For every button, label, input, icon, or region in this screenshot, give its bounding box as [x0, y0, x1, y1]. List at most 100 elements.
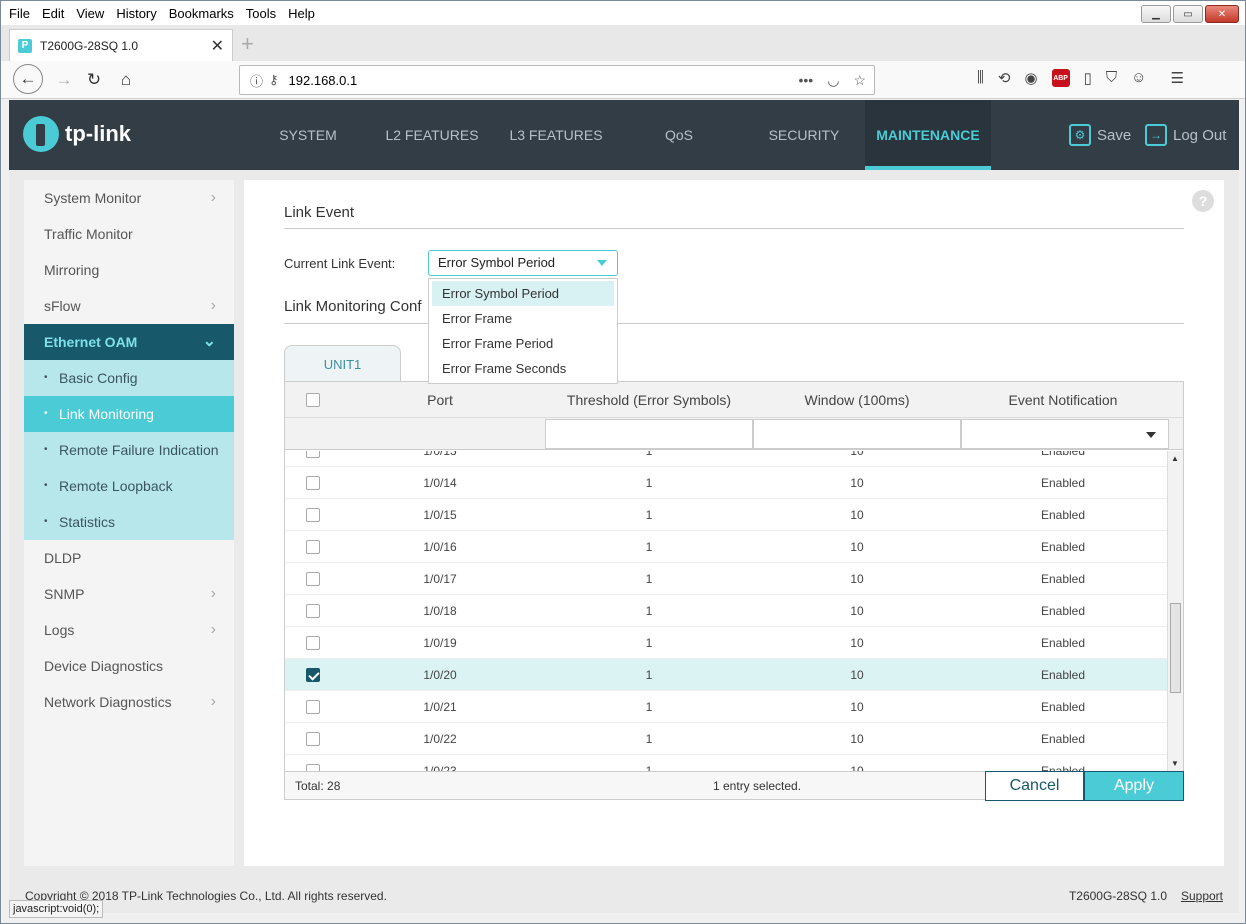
- menu-help[interactable]: Help: [288, 6, 315, 21]
- row-checkbox[interactable]: [306, 636, 320, 650]
- reader-icon[interactable]: ▯: [1084, 69, 1092, 87]
- adblock-icon[interactable]: ABP: [1051, 69, 1070, 87]
- row-checkbox[interactable]: [306, 732, 320, 746]
- menu-tools[interactable]: Tools: [246, 6, 276, 21]
- column-port[interactable]: Port: [345, 382, 535, 418]
- option-error-frame-period[interactable]: Error Frame Period: [432, 331, 614, 356]
- sidebar-item-device-diagnostics[interactable]: Device Diagnostics: [24, 648, 234, 684]
- option-error-symbol-period[interactable]: Error Symbol Period: [432, 281, 614, 306]
- cancel-button[interactable]: Cancel: [985, 771, 1084, 801]
- row-checkbox[interactable]: [306, 508, 320, 522]
- new-tab-icon[interactable]: +: [241, 31, 254, 57]
- library-icon[interactable]: ⫼: [977, 69, 984, 87]
- close-tab-icon[interactable]: ✕: [211, 36, 224, 56]
- cell-window: 10: [850, 540, 864, 554]
- sidebar-item-remote-failure-indication[interactable]: Remote Failure Indication: [24, 432, 234, 468]
- sidebar-item-link-monitoring[interactable]: Link Monitoring: [24, 396, 234, 432]
- row-checkbox[interactable]: [306, 476, 320, 490]
- column-event-notification[interactable]: Event Notification: [961, 382, 1165, 418]
- scroll-thumb[interactable]: [1170, 603, 1181, 693]
- nav-qos[interactable]: QoS: [629, 100, 729, 170]
- sidebar-item-remote-loopback[interactable]: Remote Loopback: [24, 468, 234, 504]
- threshold-filter-input[interactable]: [545, 419, 753, 449]
- row-checkbox[interactable]: [306, 764, 320, 771]
- nav-security[interactable]: SECURITY: [754, 100, 854, 170]
- sidebar-item-basic-config[interactable]: Basic Config: [24, 360, 234, 396]
- menu-history[interactable]: History: [116, 6, 156, 21]
- back-icon[interactable]: ←: [13, 64, 43, 94]
- support-link[interactable]: Support: [1181, 889, 1223, 903]
- row-checkbox[interactable]: [306, 572, 320, 586]
- scroll-down-icon[interactable]: ▼: [1171, 759, 1179, 768]
- bookmark-star-icon[interactable]: ☆: [853, 72, 866, 89]
- more-actions-icon[interactable]: •••: [799, 72, 814, 89]
- option-error-frame-seconds[interactable]: Error Frame Seconds: [432, 356, 614, 381]
- table-row[interactable]: 1/0/17 1 10 Enabled: [285, 563, 1167, 595]
- table-row[interactable]: 1/0/21 1 10 Enabled: [285, 691, 1167, 723]
- row-checkbox[interactable]: [306, 451, 320, 458]
- minimize-button[interactable]: ▁: [1141, 5, 1171, 23]
- table-row[interactable]: 1/0/13 1 10 Enabled: [285, 451, 1167, 467]
- notification-filter-select[interactable]: [961, 419, 1169, 449]
- logout-button[interactable]: → Log Out: [1145, 124, 1226, 146]
- close-window-button[interactable]: ✕: [1205, 5, 1239, 23]
- table-row[interactable]: 1/0/18 1 10 Enabled: [285, 595, 1167, 627]
- forward-icon[interactable]: →: [51, 67, 77, 93]
- table-row[interactable]: 1/0/23 1 10 Enabled: [285, 755, 1167, 771]
- tab-unit1[interactable]: UNIT1: [284, 345, 401, 383]
- browser-tab[interactable]: P T2600G-28SQ 1.0 ✕: [9, 29, 233, 61]
- table-row[interactable]: 1/0/19 1 10 Enabled: [285, 627, 1167, 659]
- nav-l3-features[interactable]: L3 FEATURES: [503, 100, 609, 170]
- table-row[interactable]: 1/0/16 1 10 Enabled: [285, 531, 1167, 563]
- divider: [284, 323, 1184, 324]
- sidebar-item-sflow[interactable]: sFlow ›: [24, 288, 234, 324]
- table-row[interactable]: 1/0/22 1 10 Enabled: [285, 723, 1167, 755]
- sidebar-item-dldp[interactable]: DLDP: [24, 540, 234, 576]
- menu-bookmarks[interactable]: Bookmarks: [169, 6, 234, 21]
- sidebar-item-snmp[interactable]: SNMP ›: [24, 576, 234, 612]
- column-threshold[interactable]: Threshold (Error Symbols): [545, 382, 753, 418]
- row-checkbox[interactable]: [306, 540, 320, 554]
- option-error-frame[interactable]: Error Frame: [432, 306, 614, 331]
- menu-edit[interactable]: Edit: [42, 6, 64, 21]
- nav-system[interactable]: SYSTEM: [259, 100, 357, 170]
- sidebar-item-ethernet-oam[interactable]: Ethernet OAM ⌄: [24, 324, 234, 360]
- url-text[interactable]: 192.168.0.1: [289, 73, 358, 88]
- table-scrollbar[interactable]: ▲ ▼: [1167, 451, 1183, 771]
- save-button[interactable]: ⚙ Save: [1069, 124, 1131, 146]
- help-icon[interactable]: ?: [1192, 190, 1214, 212]
- hamburger-menu-icon[interactable]: ☰: [1170, 69, 1183, 87]
- sidebar-item-logs[interactable]: Logs ›: [24, 612, 234, 648]
- nav-maintenance[interactable]: MAINTENANCE: [865, 100, 991, 170]
- sidebar-item-traffic-monitor[interactable]: Traffic Monitor: [24, 216, 234, 252]
- nav-l2-features[interactable]: L2 FEATURES: [379, 100, 485, 170]
- sidebar-item-system-monitor[interactable]: System Monitor ›: [24, 180, 234, 216]
- url-bar[interactable]: ⓘ ⚷ 192.168.0.1 ••• ◡ ☆: [239, 65, 875, 95]
- account-icon[interactable]: ☺: [1131, 69, 1146, 87]
- select-all-checkbox[interactable]: [306, 393, 320, 407]
- home-icon[interactable]: ⌂: [113, 67, 139, 93]
- reload-icon[interactable]: ↻: [81, 67, 107, 93]
- sidebar-item-network-diagnostics[interactable]: Network Diagnostics ›: [24, 684, 234, 720]
- table-row[interactable]: 1/0/20 1 10 Enabled: [285, 659, 1167, 691]
- table-row[interactable]: 1/0/15 1 10 Enabled: [285, 499, 1167, 531]
- menu-file[interactable]: File: [9, 6, 30, 21]
- color-extension-icon[interactable]: ◉: [1024, 69, 1037, 87]
- menu-view[interactable]: View: [76, 6, 104, 21]
- row-checkbox[interactable]: [306, 604, 320, 618]
- history-icon[interactable]: ⟲: [998, 69, 1011, 87]
- window-filter-input[interactable]: [753, 419, 961, 449]
- maximize-button[interactable]: ▭: [1173, 5, 1203, 23]
- pocket-icon[interactable]: ◡: [827, 72, 839, 89]
- current-link-event-select[interactable]: Error Symbol Period: [428, 250, 618, 276]
- sidebar-item-statistics[interactable]: Statistics: [24, 504, 234, 540]
- shield-icon[interactable]: ⛉: [1106, 69, 1117, 87]
- scroll-up-icon[interactable]: ▲: [1171, 454, 1179, 463]
- row-checkbox[interactable]: [306, 668, 320, 682]
- apply-button[interactable]: Apply: [1084, 771, 1184, 801]
- info-icon[interactable]: ⓘ: [250, 71, 263, 90]
- sidebar-item-mirroring[interactable]: Mirroring: [24, 252, 234, 288]
- row-checkbox[interactable]: [306, 700, 320, 714]
- column-window[interactable]: Window (100ms): [753, 382, 961, 418]
- table-row[interactable]: 1/0/14 1 10 Enabled: [285, 467, 1167, 499]
